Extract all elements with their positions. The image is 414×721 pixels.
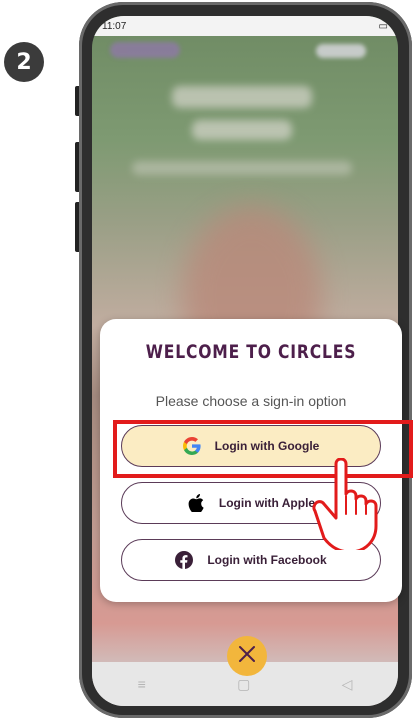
blurred-logo — [110, 42, 180, 58]
facebook-icon — [175, 551, 194, 569]
login-apple-label: Login with Apple — [218, 496, 316, 510]
close-button[interactable] — [227, 636, 267, 676]
modal-subtitle: Please choose a sign-in option — [155, 393, 347, 409]
step-number-badge: 2 — [4, 42, 44, 82]
back-icon[interactable]: ◁ — [342, 676, 353, 693]
status-time: 11:07 — [102, 20, 127, 32]
hand-pointer-icon — [312, 458, 378, 550]
blurred-body-text — [132, 161, 352, 175]
login-facebook-label: Login with Facebook — [207, 553, 327, 567]
apple-icon — [187, 494, 205, 512]
menu-icon[interactable]: ≡ — [138, 676, 146, 692]
close-icon — [237, 644, 257, 669]
blurred-heading-line-2 — [192, 120, 292, 140]
battery-icon: ▭ — [378, 20, 388, 32]
blurred-heading-line-1 — [172, 86, 312, 108]
blurred-button — [316, 44, 366, 58]
modal-title: WELCOME TO CIRCLES — [145, 341, 357, 363]
home-icon[interactable]: ▢ — [237, 676, 250, 693]
status-bar: 11:07 ▭ — [92, 16, 398, 36]
